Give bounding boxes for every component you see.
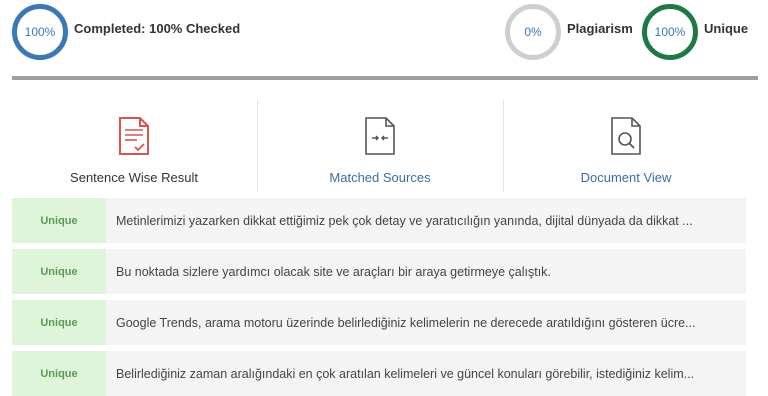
result-row[interactable]: Unique Bu noktada sizlere yardımcı olaca… xyxy=(12,249,746,294)
status-text: Completed: 100% Checked xyxy=(74,21,241,36)
sentence-text: Bu noktada sizlere yardımcı olacak site … xyxy=(116,264,551,279)
progress-value: 100% xyxy=(24,25,56,39)
status-badge: Unique xyxy=(12,300,106,345)
tab-sentence-wise-result[interactable]: Sentence Wise Result xyxy=(12,100,256,192)
tab-document-view[interactable]: Document View xyxy=(504,100,748,192)
sentence-text-cell: Google Trends, arama motoru üzerinde bel… xyxy=(106,300,746,345)
tab-matched-sources-label: Matched Sources xyxy=(329,170,431,185)
result-row[interactable]: Unique Metinlerimizi yazarken dikkat ett… xyxy=(12,198,746,243)
unique-value: 100% xyxy=(654,25,686,39)
tab-document-view-label: Document View xyxy=(580,170,672,185)
document-compare-icon xyxy=(365,117,395,155)
status-badge: Unique xyxy=(12,351,106,396)
status-badge: Unique xyxy=(12,198,106,243)
sentence-text: Google Trends, arama motoru üzerinde bel… xyxy=(116,315,696,330)
tab-sentence-wise-result-label: Sentence Wise Result xyxy=(70,170,198,185)
sentence-text: Metinlerimizi yazarken dikkat ettiğimiz … xyxy=(116,213,693,228)
progress-ring: 100% xyxy=(12,4,68,60)
header-divider xyxy=(12,76,758,80)
result-row[interactable]: Unique Google Trends, arama motoru üzeri… xyxy=(12,300,746,345)
sentence-text-cell: Belirlediğiniz zaman aralığındaki en çok… xyxy=(106,351,746,396)
document-search-icon xyxy=(611,117,641,155)
plagiarism-ring: 0% xyxy=(505,4,561,60)
result-row[interactable]: Unique Belirlediğiniz zaman aralığındaki… xyxy=(12,351,746,396)
sentence-text: Belirlediğiniz zaman aralığındaki en çok… xyxy=(116,366,695,381)
plagiarism-value: 0% xyxy=(524,25,542,39)
plagiarism-label: Plagiarism xyxy=(567,21,633,36)
document-check-icon xyxy=(119,117,149,155)
tab-matched-sources[interactable]: Matched Sources xyxy=(258,100,502,192)
unique-label: Unique xyxy=(704,21,749,36)
unique-ring: 100% xyxy=(642,4,698,60)
sentence-text-cell: Bu noktada sizlere yardımcı olacak site … xyxy=(106,249,746,294)
status-badge: Unique xyxy=(12,249,106,294)
sentence-text-cell: Metinlerimizi yazarken dikkat ettiğimiz … xyxy=(106,198,746,243)
